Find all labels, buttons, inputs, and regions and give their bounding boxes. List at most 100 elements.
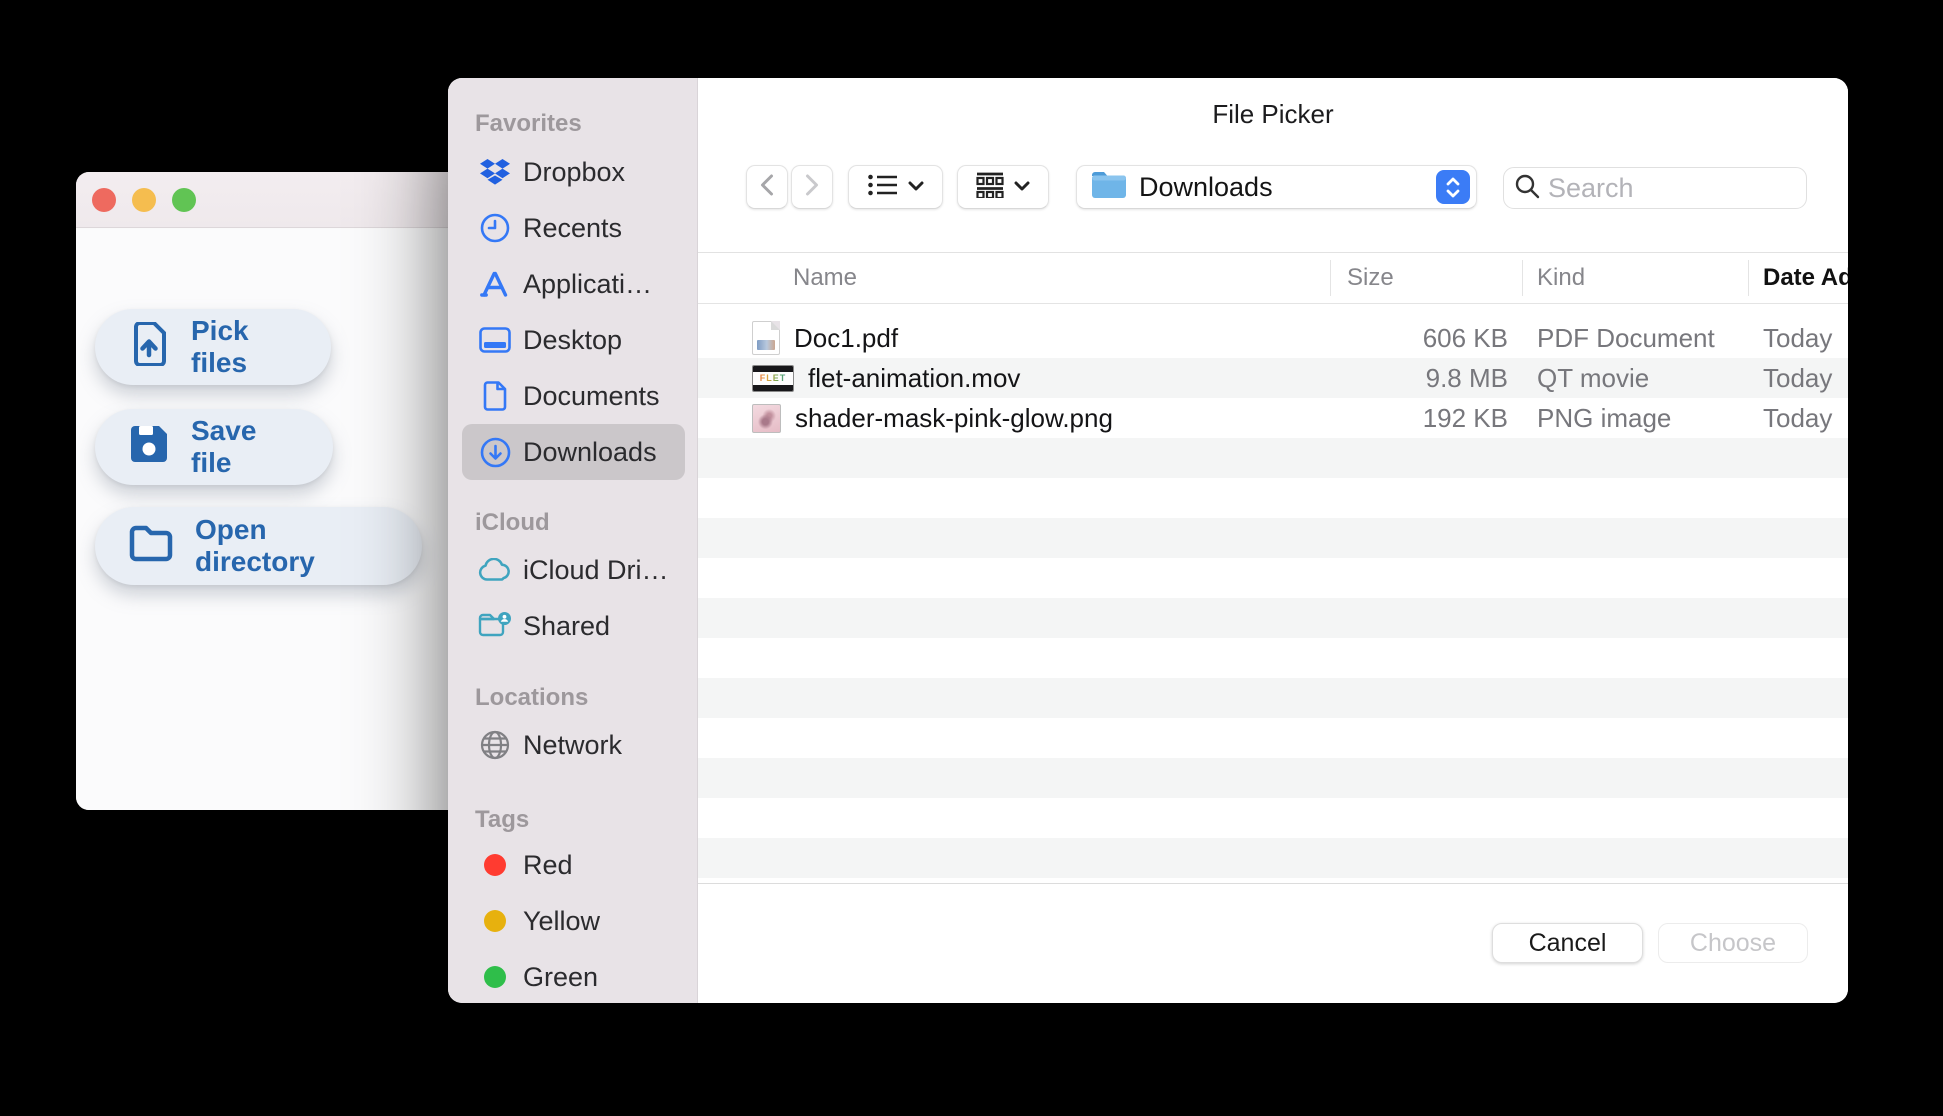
shared-folder-icon [478, 611, 512, 641]
group-view-icon [976, 172, 1004, 203]
footer-divider [698, 883, 1848, 884]
view-mode-button[interactable] [848, 165, 943, 209]
sidebar-item-label: Red [523, 849, 573, 880]
globe-network-icon [478, 730, 512, 760]
location-dropdown[interactable]: Downloads [1076, 165, 1477, 209]
stepper-updown-icon [1436, 170, 1470, 204]
tag-dot-icon [478, 854, 512, 876]
zoom-window-button[interactable] [172, 188, 196, 212]
empty-row [698, 478, 1848, 518]
cloud-icon [478, 558, 512, 582]
folder-open-icon [129, 524, 173, 569]
file-date: Today [1763, 362, 1833, 393]
sidebar-item-tag-red[interactable]: Red [462, 839, 685, 891]
download-circle-icon [478, 437, 512, 468]
mov-thumb-icon: FLET [752, 364, 794, 392]
sidebar-item-label: Applicati… [523, 268, 653, 299]
sidebar-item-network[interactable]: Network [462, 719, 685, 771]
sidebar-item-label: Documents [523, 380, 660, 411]
file-list: Doc1.pdf 606 KB PDF Document Today FLET … [698, 318, 1848, 878]
pdf-thumb-icon [752, 321, 780, 355]
save-file-label: Save file [191, 415, 257, 478]
sidebar-item-recents[interactable]: Recents [462, 200, 685, 256]
column-divider [1330, 260, 1331, 296]
section-icloud: iCloud [475, 509, 550, 536]
back-button[interactable] [746, 165, 788, 209]
empty-row [698, 798, 1848, 838]
cancel-button[interactable]: Cancel [1492, 923, 1643, 963]
clock-recents-icon [478, 213, 512, 243]
png-thumb-icon [752, 403, 781, 433]
sidebar-item-label: Downloads [523, 436, 657, 467]
search-box[interactable] [1503, 167, 1848, 209]
sidebar-item-applications[interactable]: Applicati… [462, 256, 685, 312]
document-page-icon [478, 381, 512, 411]
file-size: 192 KB [1422, 402, 1508, 433]
header-divider [698, 303, 1848, 304]
sidebar-item-dropbox[interactable]: Dropbox [462, 144, 685, 200]
empty-row [698, 678, 1848, 718]
file-size: 9.8 MB [1425, 362, 1508, 393]
column-header-kind[interactable]: Kind [1537, 253, 1585, 303]
forward-button[interactable] [791, 165, 833, 209]
file-name: Doc1.pdf [794, 322, 899, 353]
sidebar-item-tag-green[interactable]: Green [462, 951, 685, 1003]
column-header-size[interactable]: Size [1347, 253, 1394, 303]
column-header-name[interactable]: Name [793, 253, 857, 303]
tag-dot-icon [478, 966, 512, 988]
sidebar-item-tag-yellow[interactable]: Yellow [462, 895, 685, 947]
sidebar-item-label: Yellow [523, 905, 601, 936]
list-view-icon [867, 174, 898, 201]
magnifier-icon [1514, 173, 1540, 204]
location-label: Downloads [1139, 171, 1273, 202]
chevron-right-icon [805, 174, 819, 201]
sidebar-item-downloads[interactable]: Downloads [462, 424, 685, 480]
section-favorites: Favorites [475, 110, 582, 137]
chevron-left-icon [760, 174, 774, 201]
file-row[interactable]: Doc1.pdf 606 KB PDF Document Today [698, 318, 1848, 358]
minimize-window-button[interactable] [132, 188, 156, 212]
sidebar-item-label: Network [523, 729, 623, 760]
file-date: Today [1763, 322, 1833, 353]
sidebar-item-desktop[interactable]: Desktop [462, 312, 685, 368]
sidebar-item-label: Shared [523, 610, 611, 641]
chevron-down-icon [1014, 178, 1030, 196]
dialog-title: File Picker [1212, 99, 1334, 129]
floppy-save-icon [129, 424, 169, 471]
empty-row [698, 598, 1848, 638]
file-upload-icon [129, 320, 169, 373]
table-header: Name Size Kind Date Added [698, 253, 1848, 303]
chevron-down-icon [908, 178, 924, 196]
file-name: shader-mask-pink-glow.png [795, 402, 1113, 433]
group-mode-button[interactable] [957, 165, 1049, 209]
search-input[interactable] [1548, 172, 1848, 204]
sidebar-item-label: Green [523, 961, 599, 992]
file-row[interactable]: FLET flet-animation.mov 9.8 MB QT movie … [698, 358, 1848, 398]
file-kind: QT movie [1537, 362, 1650, 393]
column-divider [1522, 260, 1523, 296]
column-header-date-added[interactable]: Date Added [1763, 253, 1848, 303]
screen: Pick files Save file Open directory Favo… [0, 0, 1943, 1116]
file-kind: PDF Document [1537, 322, 1715, 353]
finder-sidebar: Favorites Dropbox Recents Applicati… Des… [448, 78, 698, 1003]
empty-row [698, 718, 1848, 758]
file-kind: PNG image [1537, 402, 1672, 433]
pick-files-label: Pick files [191, 315, 249, 378]
sidebar-item-label: Desktop [523, 324, 623, 355]
file-row[interactable]: shader-mask-pink-glow.png 192 KB PNG ima… [698, 398, 1848, 438]
empty-row [698, 758, 1848, 798]
file-date: Today [1763, 402, 1833, 433]
appstore-a-icon [478, 270, 512, 298]
sidebar-item-shared[interactable]: Shared [462, 600, 685, 652]
sidebar-item-label: Recents [523, 212, 623, 243]
choose-button[interactable]: Choose [1658, 923, 1808, 963]
open-directory-button[interactable]: Open directory [95, 507, 422, 585]
save-file-button[interactable]: Save file [95, 409, 333, 485]
sidebar-item-label: Dropbox [523, 156, 626, 187]
close-window-button[interactable] [92, 188, 116, 212]
sidebar-item-icloud-drive[interactable]: iCloud Dri… [462, 544, 685, 596]
pick-files-button[interactable]: Pick files [95, 309, 331, 385]
sidebar-item-documents[interactable]: Documents [462, 368, 685, 424]
blue-folder-icon [1091, 171, 1127, 204]
file-size: 606 KB [1422, 322, 1508, 353]
